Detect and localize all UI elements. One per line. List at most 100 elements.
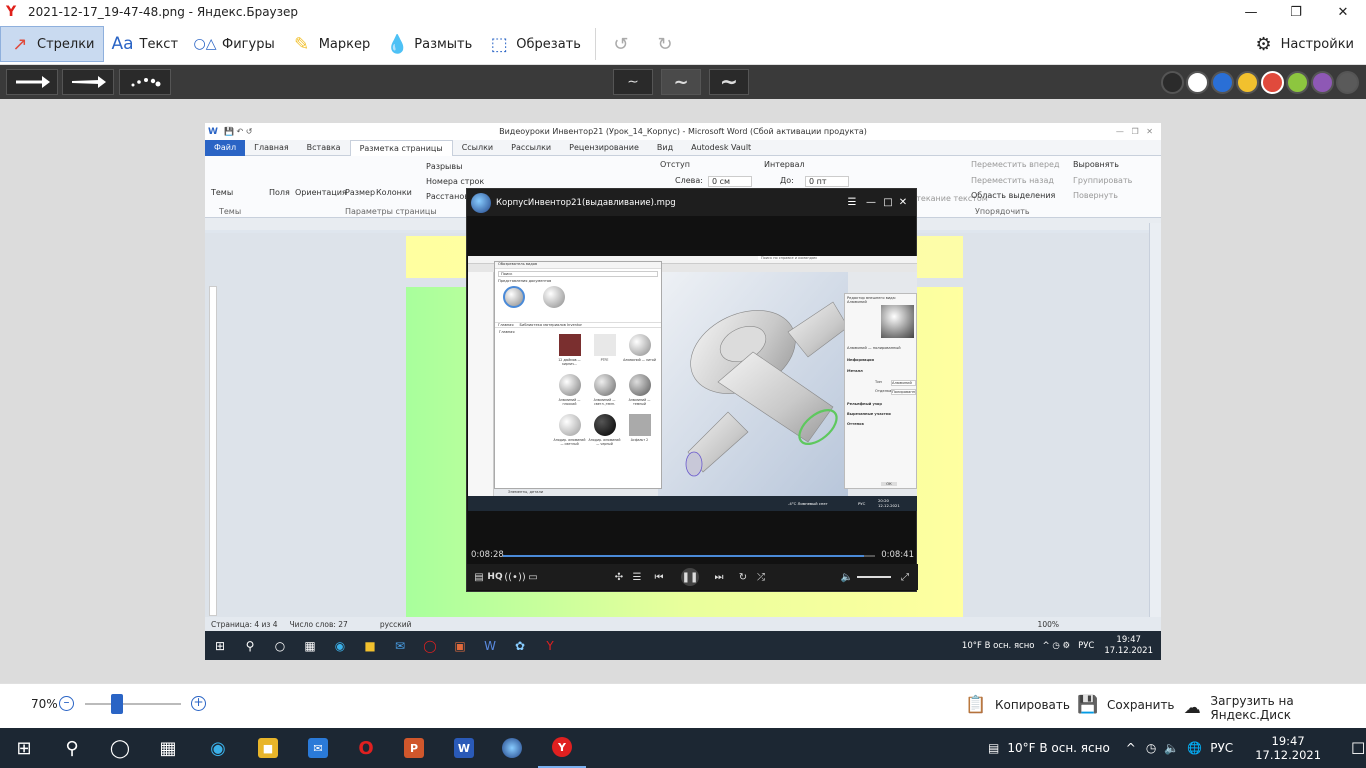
crop-tool-button[interactable]: ⬚ Обрезать <box>480 26 589 62</box>
opera-icon: O <box>358 737 374 759</box>
ribbon-spacing-before: До: <box>780 176 794 185</box>
start-button[interactable]: ⊞ <box>0 728 48 768</box>
taskbar-edge[interactable]: ◉ <box>194 728 242 768</box>
tab-review: Рецензирование <box>569 142 639 152</box>
marker-tool-button[interactable]: ✎ Маркер <box>283 26 379 62</box>
inner-doc-swatches <box>495 284 661 322</box>
tray-globe-icon[interactable]: 🌐 <box>1187 741 1202 755</box>
ribbon-breaks: Разрывы <box>426 162 463 171</box>
redo-button[interactable]: ↻ <box>646 26 690 62</box>
video-frame: Поиск по справке и командам Обозреватель… <box>468 256 917 511</box>
taskbar-word[interactable]: W <box>440 728 488 768</box>
inner-start-icon: ⊞ <box>214 638 226 653</box>
color-swatch[interactable] <box>1236 71 1259 94</box>
tray-language[interactable]: РУС <box>1210 741 1233 755</box>
ribbon-group-page: Параметры страницы <box>345 207 437 216</box>
taskbar-opera[interactable]: O <box>342 728 390 768</box>
search-icon: ⚲ <box>65 737 79 759</box>
vertical-ruler <box>209 286 217 616</box>
taskbar-mail[interactable]: ✉ <box>294 728 342 768</box>
search-button[interactable]: ⚲ <box>48 728 96 768</box>
shapes-icon: ○△ <box>193 36 217 52</box>
inner-material-item: PTFE <box>588 334 621 372</box>
color-swatch[interactable] <box>1161 71 1184 94</box>
tray-volume-icon[interactable]: 🔈 <box>1164 741 1179 755</box>
stroke-thin[interactable]: ∼ <box>613 69 653 95</box>
inner-swatch-selected <box>503 286 525 308</box>
save-button[interactable]: 💾 Сохранить <box>1077 694 1175 716</box>
ribbon-group-arrange: Упорядочить <box>975 207 1030 216</box>
color-swatch[interactable] <box>1261 71 1284 94</box>
tab-view: Вид <box>656 142 674 152</box>
arrows-tool-label: Стрелки <box>37 36 95 52</box>
player-settings-icon: ✣ <box>614 571 624 583</box>
arrow-tapered-icon <box>72 76 106 88</box>
tab-mailings: Рассылки <box>511 142 552 152</box>
color-swatch[interactable] <box>1336 71 1359 94</box>
inner-word-icon: W <box>484 638 496 653</box>
zoom-out-button[interactable]: – <box>59 696 74 711</box>
zoom-slider-thumb[interactable] <box>110 694 123 714</box>
copy-icon: 📋 <box>965 695 987 715</box>
notifications-icon[interactable]: ☐ <box>1351 739 1365 758</box>
inner-material-swatch <box>628 334 651 356</box>
inner-swatch <box>543 286 565 308</box>
ribbon-group-themes: Темы <box>219 207 242 216</box>
ribbon-align: Выровнять <box>1073 160 1119 169</box>
arrows-tool-button[interactable]: ↗ Стрелки <box>0 26 104 62</box>
inner-props-finish-label: Отделка <box>875 389 892 393</box>
ribbon-margins: Поля <box>269 188 290 197</box>
minimize-button[interactable]: — <box>1228 0 1274 24</box>
stroke-medium[interactable]: ∼ <box>661 69 701 95</box>
word-icon-taskbar: W <box>454 738 474 758</box>
arrow-dotted-icon <box>131 78 161 87</box>
color-swatch[interactable] <box>1211 71 1234 94</box>
zoom-slider-track[interactable] <box>85 703 181 705</box>
cortana-button[interactable]: ◯ <box>96 728 144 768</box>
inner-material-item: Анодир. алюминий — светлый <box>553 414 586 452</box>
taskbar-player[interactable] <box>488 728 536 768</box>
close-button[interactable]: ✕ <box>1320 0 1366 24</box>
save-label: Сохранить <box>1107 698 1175 712</box>
tray-network-icon[interactable]: ◷ <box>1146 741 1156 755</box>
inner-search-hint: Поиск по справке и командам <box>758 256 820 260</box>
shapes-tool-label: Фигуры <box>222 36 275 52</box>
inner-bottom-label: Элементы, детали <box>508 490 544 494</box>
copy-button[interactable]: 📋 Копировать <box>965 694 1070 716</box>
color-swatch[interactable] <box>1186 71 1209 94</box>
taskbar-explorer[interactable]: ■ <box>244 728 292 768</box>
inner-props-ok: ОК <box>881 482 897 486</box>
player-total: 0:08:41 <box>881 550 914 560</box>
settings-button[interactable]: ⚙ Настройки <box>1245 26 1362 62</box>
blur-tool-button[interactable]: 💧 Размыть <box>378 26 480 62</box>
shapes-tool-button[interactable]: ○△ Фигуры <box>186 26 283 62</box>
zoom-in-button[interactable]: + <box>191 696 206 711</box>
undo-button[interactable]: ↺ <box>602 26 646 62</box>
text-tool-button[interactable]: Aa Текст <box>104 26 187 62</box>
tab-insert: Вставка <box>306 142 341 152</box>
arrow-style-dotted[interactable] <box>119 69 171 95</box>
taskbar-powerpoint[interactable]: P <box>390 728 438 768</box>
color-swatch[interactable] <box>1286 71 1309 94</box>
color-swatch[interactable] <box>1311 71 1334 94</box>
upload-disk-button[interactable]: ☁ Загрузить на Яндекс.Диск <box>1182 694 1366 722</box>
ribbon-columns: Колонки <box>376 188 412 197</box>
player-fullscreen-icon: ⤢ <box>901 571 909 583</box>
settings-label: Настройки <box>1280 36 1354 52</box>
weather-text: 10°F В осн. ясно <box>1007 741 1110 755</box>
maximize-button[interactable]: ❐ <box>1273 0 1319 24</box>
word-window-controls-icon: — ❐ ✕ <box>1115 127 1153 136</box>
ribbon-spacing-before-value: 0 пт <box>805 176 849 187</box>
arrow-style-tapered[interactable] <box>62 69 114 95</box>
inner-props-preview <box>881 305 914 338</box>
taskbar-yandex[interactable]: Y <box>538 728 586 768</box>
status-zoom: 100% <box>1037 619 1059 629</box>
tray-clock[interactable]: 19:47 17.12.2021 <box>1255 734 1321 762</box>
tray-chevron-icon[interactable]: ^ <box>1126 741 1136 755</box>
windows-taskbar: ⊞ ⚲ ◯ ▦ ◉ ■ ✉ O P W Y ▤ 10°F В осн. ясно… <box>0 728 1366 768</box>
arrow-style-solid[interactable] <box>6 69 58 95</box>
inner-taskview-icon: ▦ <box>304 638 316 653</box>
stroke-thick[interactable]: ∼ <box>709 69 749 95</box>
tab-references: Ссылки <box>461 142 494 152</box>
taskview-button[interactable]: ▦ <box>144 728 192 768</box>
